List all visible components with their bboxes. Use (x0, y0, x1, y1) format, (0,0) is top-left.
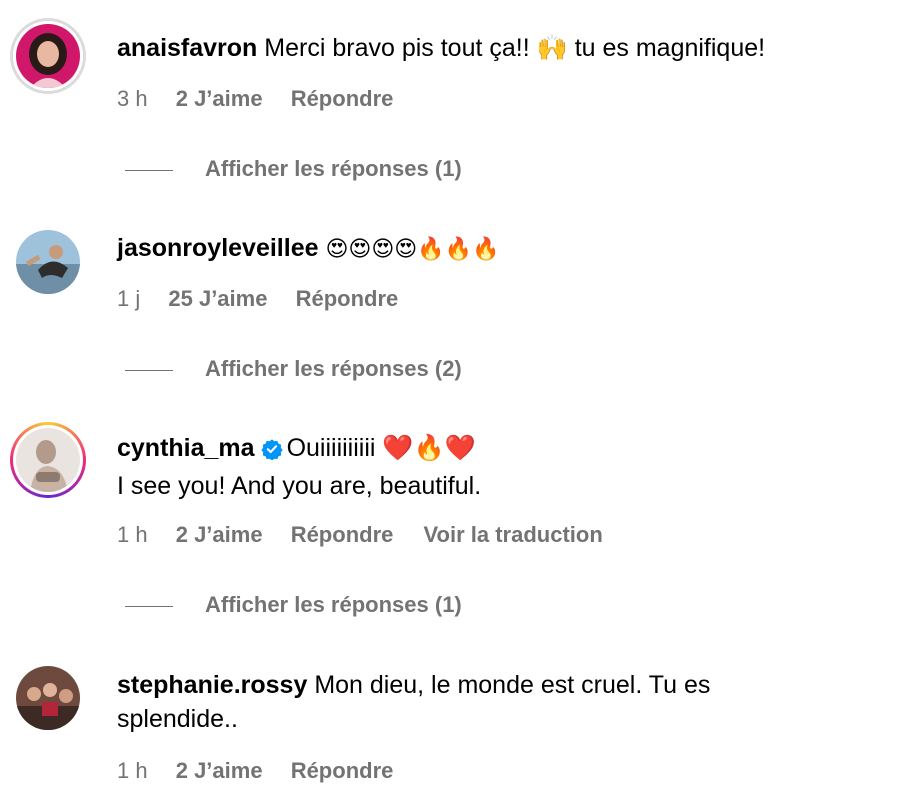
avatar[interactable] (16, 666, 80, 730)
avatar[interactable] (16, 428, 80, 492)
divider-line (125, 169, 173, 171)
view-replies-label: Afficher les réponses (2) (205, 356, 462, 381)
view-replies-button[interactable]: Afficher les réponses (1) (125, 156, 462, 182)
comment-text: 😍😍😍😍🔥🔥🔥 (325, 236, 500, 261)
comment-username[interactable]: jasonroyleveillee (117, 234, 319, 262)
comment-timestamp[interactable]: 1 h (117, 522, 148, 548)
reply-button[interactable]: Répondre (296, 286, 399, 312)
comment-meta: 1 h 2 J’aime Répondre (117, 758, 417, 784)
comment-timestamp[interactable]: 3 h (117, 86, 148, 112)
view-replies-button[interactable]: Afficher les réponses (2) (125, 356, 462, 382)
comment-body: cynthia_ma Ouiiiiiiiiii ❤️🔥❤️ I see you! … (117, 431, 882, 503)
comment-meta: 3 h 2 J’aime Répondre (117, 86, 417, 112)
view-replies-label: Afficher les réponses (1) (205, 156, 462, 181)
comment-username[interactable]: cynthia_ma (117, 434, 255, 462)
comment-text: Merci bravo pis tout ça!! 🙌 tu es magnif… (264, 34, 766, 62)
comment-meta: 1 j 25 J’aime Répondre (117, 286, 422, 312)
comment-meta: 1 h 2 J’aime Répondre Voir la traduction (117, 522, 603, 548)
comment-text: Mon dieu, le monde est cruel. Tu es (314, 671, 711, 699)
comment-username[interactable]: anaisfavron (117, 34, 257, 62)
comment-likes[interactable]: 2 J’aime (176, 758, 263, 784)
comment-body: anaisfavron Merci bravo pis tout ça!! 🙌 … (117, 31, 882, 65)
avatar[interactable] (16, 24, 80, 88)
reply-button[interactable]: Répondre (291, 86, 394, 112)
reply-button[interactable]: Répondre (291, 758, 394, 784)
reply-button[interactable]: Répondre (291, 522, 394, 548)
comment-likes[interactable]: 2 J’aime (176, 522, 263, 548)
comment-timestamp[interactable]: 1 j (117, 286, 140, 312)
divider-line (125, 605, 173, 607)
view-replies-button[interactable]: Afficher les réponses (1) (125, 592, 462, 618)
comment-timestamp[interactable]: 1 h (117, 758, 148, 784)
comment-text-line2: I see you! And you are, beautiful. (117, 472, 482, 500)
comment-text-line2: splendide.. (117, 705, 238, 733)
comment-likes[interactable]: 25 J’aime (168, 286, 267, 312)
divider-line (125, 369, 173, 371)
see-translation-button[interactable]: Voir la traduction (424, 522, 603, 548)
comment-username[interactable]: stephanie.rossy (117, 671, 307, 699)
verified-badge-icon (260, 435, 283, 469)
comment-body: stephanie.rossy Mon dieu, le monde est c… (117, 668, 882, 736)
avatar[interactable] (16, 230, 80, 294)
comment-body: jasonroyleveillee 😍😍😍😍🔥🔥🔥 (117, 231, 882, 266)
comment-likes[interactable]: 2 J’aime (176, 86, 263, 112)
view-replies-label: Afficher les réponses (1) (205, 592, 462, 617)
comment-text: Ouiiiiiiiiii ❤️🔥❤️ (286, 434, 476, 462)
